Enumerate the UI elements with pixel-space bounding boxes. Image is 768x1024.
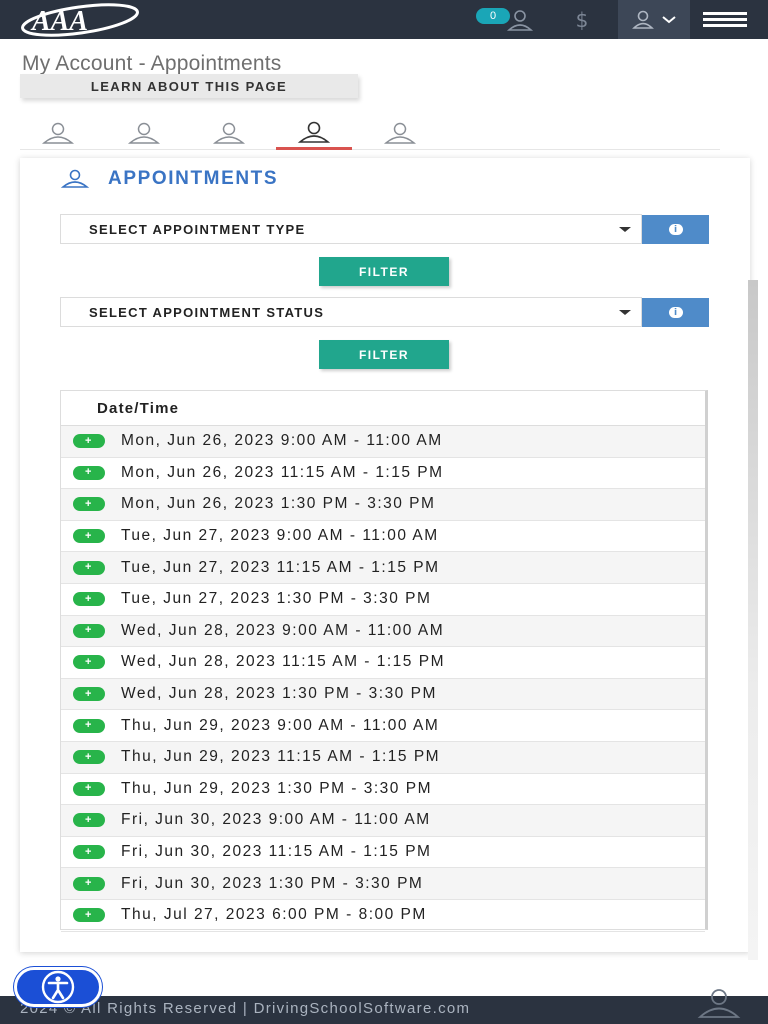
add-appointment-icon[interactable]: +	[73, 908, 105, 923]
filter-status-button[interactable]: FILTER	[319, 340, 449, 369]
add-appointment-icon[interactable]: +	[73, 687, 105, 702]
add-appointment-icon[interactable]: +	[73, 592, 105, 607]
appointment-datetime: Tue, Jun 27, 2023 9:00 AM - 11:00 AM	[121, 527, 439, 545]
appointment-type-info-button[interactable]: i	[642, 215, 709, 244]
appointment-datetime: Mon, Jun 26, 2023 1:30 PM - 3:30 PM	[121, 495, 436, 513]
user-icon	[212, 122, 246, 144]
tab-students[interactable]	[106, 116, 182, 150]
table-row: + Wed, Jun 28, 2023 9:00 AM - 11:00 AM	[61, 615, 705, 648]
appointment-datetime: Wed, Jun 28, 2023 11:15 AM - 1:15 PM	[121, 653, 445, 671]
appointments-card: APPOINTMENTS SELECT APPOINTMENT TYPE i F…	[20, 158, 750, 952]
account-dropdown-button[interactable]	[618, 0, 690, 39]
table-row: + Thu, Jun 29, 2023 1:30 PM - 3:30 PM	[61, 774, 705, 806]
appointment-datetime: Wed, Jun 28, 2023 9:00 AM - 11:00 AM	[121, 621, 445, 639]
notification-count-badge: 0	[476, 8, 510, 24]
account-tabs	[20, 114, 720, 150]
table-row: + Mon, Jun 26, 2023 1:30 PM - 3:30 PM	[61, 489, 705, 521]
table-row: + Wed, Jun 28, 2023 1:30 PM - 3:30 PM	[61, 678, 705, 711]
add-appointment-icon[interactable]: +	[73, 497, 105, 512]
info-icon: i	[668, 307, 683, 318]
appointment-datetime: Thu, Jul 27, 2023 6:00 PM - 8:00 PM	[121, 906, 427, 924]
add-appointment-icon[interactable]: +	[73, 529, 105, 544]
page-title: My Account - Appointments	[22, 52, 282, 75]
appointments-title: APPOINTMENTS	[108, 168, 279, 189]
appointment-datetime: Tue, Jun 27, 2023 11:15 AM - 1:15 PM	[121, 558, 440, 576]
add-appointment-icon[interactable]: +	[73, 623, 105, 638]
appointment-datetime: Mon, Jun 26, 2023 9:00 AM - 11:00 AM	[121, 432, 443, 450]
user-icon	[127, 122, 161, 144]
caret-down-icon	[619, 310, 631, 315]
appointment-datetime: Fri, Jun 30, 2023 9:00 AM - 11:00 AM	[121, 811, 431, 829]
appointment-datetime: Thu, Jun 29, 2023 1:30 PM - 3:30 PM	[121, 779, 432, 797]
add-appointment-icon[interactable]: +	[73, 813, 105, 828]
learn-about-page-button[interactable]: LEARN ABOUT THIS PAGE	[20, 74, 358, 98]
add-appointment-icon[interactable]: +	[73, 781, 105, 796]
hamburger-icon	[703, 9, 747, 30]
add-appointment-icon[interactable]: +	[73, 434, 105, 449]
table-row: + Thu, Jul 27, 2023 6:00 PM - 8:00 PM	[61, 900, 705, 932]
appointment-status-select[interactable]: SELECT APPOINTMENT STATUS	[60, 297, 642, 327]
table-row: + Tue, Jun 27, 2023 9:00 AM - 11:00 AM	[61, 521, 705, 553]
add-appointment-icon[interactable]: +	[73, 750, 105, 765]
table-row: + Fri, Jun 30, 2023 9:00 AM - 11:00 AM	[61, 805, 705, 837]
appointment-type-select[interactable]: SELECT APPOINTMENT TYPE	[60, 214, 642, 244]
user-icon	[697, 989, 741, 1018]
user-icon	[383, 122, 417, 144]
footer-user-button[interactable]	[696, 988, 742, 1023]
tab-profile[interactable]	[20, 116, 96, 150]
table-row: + Thu, Jun 29, 2023 11:15 AM - 1:15 PM	[61, 741, 705, 774]
appointment-datetime: Tue, Jun 27, 2023 1:30 PM - 3:30 PM	[121, 590, 432, 608]
appointment-status-value: SELECT APPOINTMENT STATUS	[89, 304, 325, 320]
add-appointment-icon[interactable]: +	[73, 845, 105, 860]
filter-type-button[interactable]: FILTER	[319, 257, 449, 286]
appointment-datetime: Wed, Jun 28, 2023 1:30 PM - 3:30 PM	[121, 685, 437, 703]
accessibility-button[interactable]	[14, 967, 102, 1007]
user-icon	[632, 10, 654, 29]
add-appointment-icon[interactable]: +	[73, 465, 105, 480]
table-row: + Wed, Jun 28, 2023 11:15 AM - 1:15 PM	[61, 647, 705, 679]
appointment-datetime: Thu, Jun 29, 2023 9:00 AM - 11:00 AM	[121, 716, 440, 734]
user-icon	[297, 121, 331, 143]
appointments-table: Date/Time + Mon, Jun 26, 2023 9:00 AM - 1…	[60, 390, 708, 932]
table-row: + Mon, Jun 26, 2023 11:15 AM - 1:15 PM	[61, 458, 705, 490]
appointments-heading: APPOINTMENTS	[60, 168, 278, 190]
table-row: + Tue, Jun 27, 2023 1:30 PM - 3:30 PM	[61, 584, 705, 616]
footer: 2024 © All Rights Reserved | DrivingScho…	[0, 996, 768, 1024]
top-nav-bar: AAA 0 $	[0, 0, 768, 39]
main-menu-button[interactable]	[700, 0, 750, 39]
svg-text:AAA: AAA	[30, 6, 88, 37]
dollar-icon: $	[575, 7, 589, 32]
table-row: + Tue, Jun 27, 2023 11:15 AM - 1:15 PM	[61, 552, 705, 584]
appointments-rows: + Mon, Jun 26, 2023 9:00 AM - 11:00 AM + Mo…	[61, 426, 705, 932]
tab-courses[interactable]	[191, 116, 267, 150]
appointment-type-value: SELECT APPOINTMENT TYPE	[89, 221, 306, 237]
appointment-status-info-button[interactable]: i	[642, 298, 709, 327]
table-row: + Fri, Jun 30, 2023 1:30 PM - 3:30 PM	[61, 868, 705, 900]
appointment-datetime: Fri, Jun 30, 2023 11:15 AM - 1:15 PM	[121, 843, 432, 861]
user-icon	[60, 169, 90, 188]
appointment-datetime: Fri, Jun 30, 2023 1:30 PM - 3:30 PM	[121, 874, 424, 892]
column-header-datetime: Date/Time	[61, 391, 705, 426]
payments-button[interactable]: $	[556, 0, 608, 39]
appointment-datetime: Mon, Jun 26, 2023 11:15 AM - 1:15 PM	[121, 463, 444, 481]
info-icon: i	[668, 224, 683, 235]
caret-down-icon	[619, 227, 631, 232]
aaa-logo[interactable]: AAA	[18, 3, 142, 37]
table-row: + Mon, Jun 26, 2023 9:00 AM - 11:00 AM	[61, 426, 705, 458]
page-scrollbar[interactable]	[748, 280, 758, 960]
add-appointment-icon[interactable]: +	[73, 876, 105, 891]
add-appointment-icon[interactable]: +	[73, 655, 105, 670]
appointment-datetime: Thu, Jun 29, 2023 11:15 AM - 1:15 PM	[121, 748, 441, 766]
table-row: + Thu, Jun 29, 2023 9:00 AM - 11:00 AM	[61, 710, 705, 742]
tab-appointments[interactable]	[276, 116, 352, 150]
table-row: + Fri, Jun 30, 2023 11:15 AM - 1:15 PM	[61, 837, 705, 869]
add-appointment-icon[interactable]: +	[73, 560, 105, 575]
add-appointment-icon[interactable]: +	[73, 718, 105, 733]
user-icon	[41, 122, 75, 144]
tab-documents[interactable]	[362, 116, 438, 150]
chevron-down-icon	[662, 15, 676, 23]
accessibility-icon	[41, 970, 75, 1004]
